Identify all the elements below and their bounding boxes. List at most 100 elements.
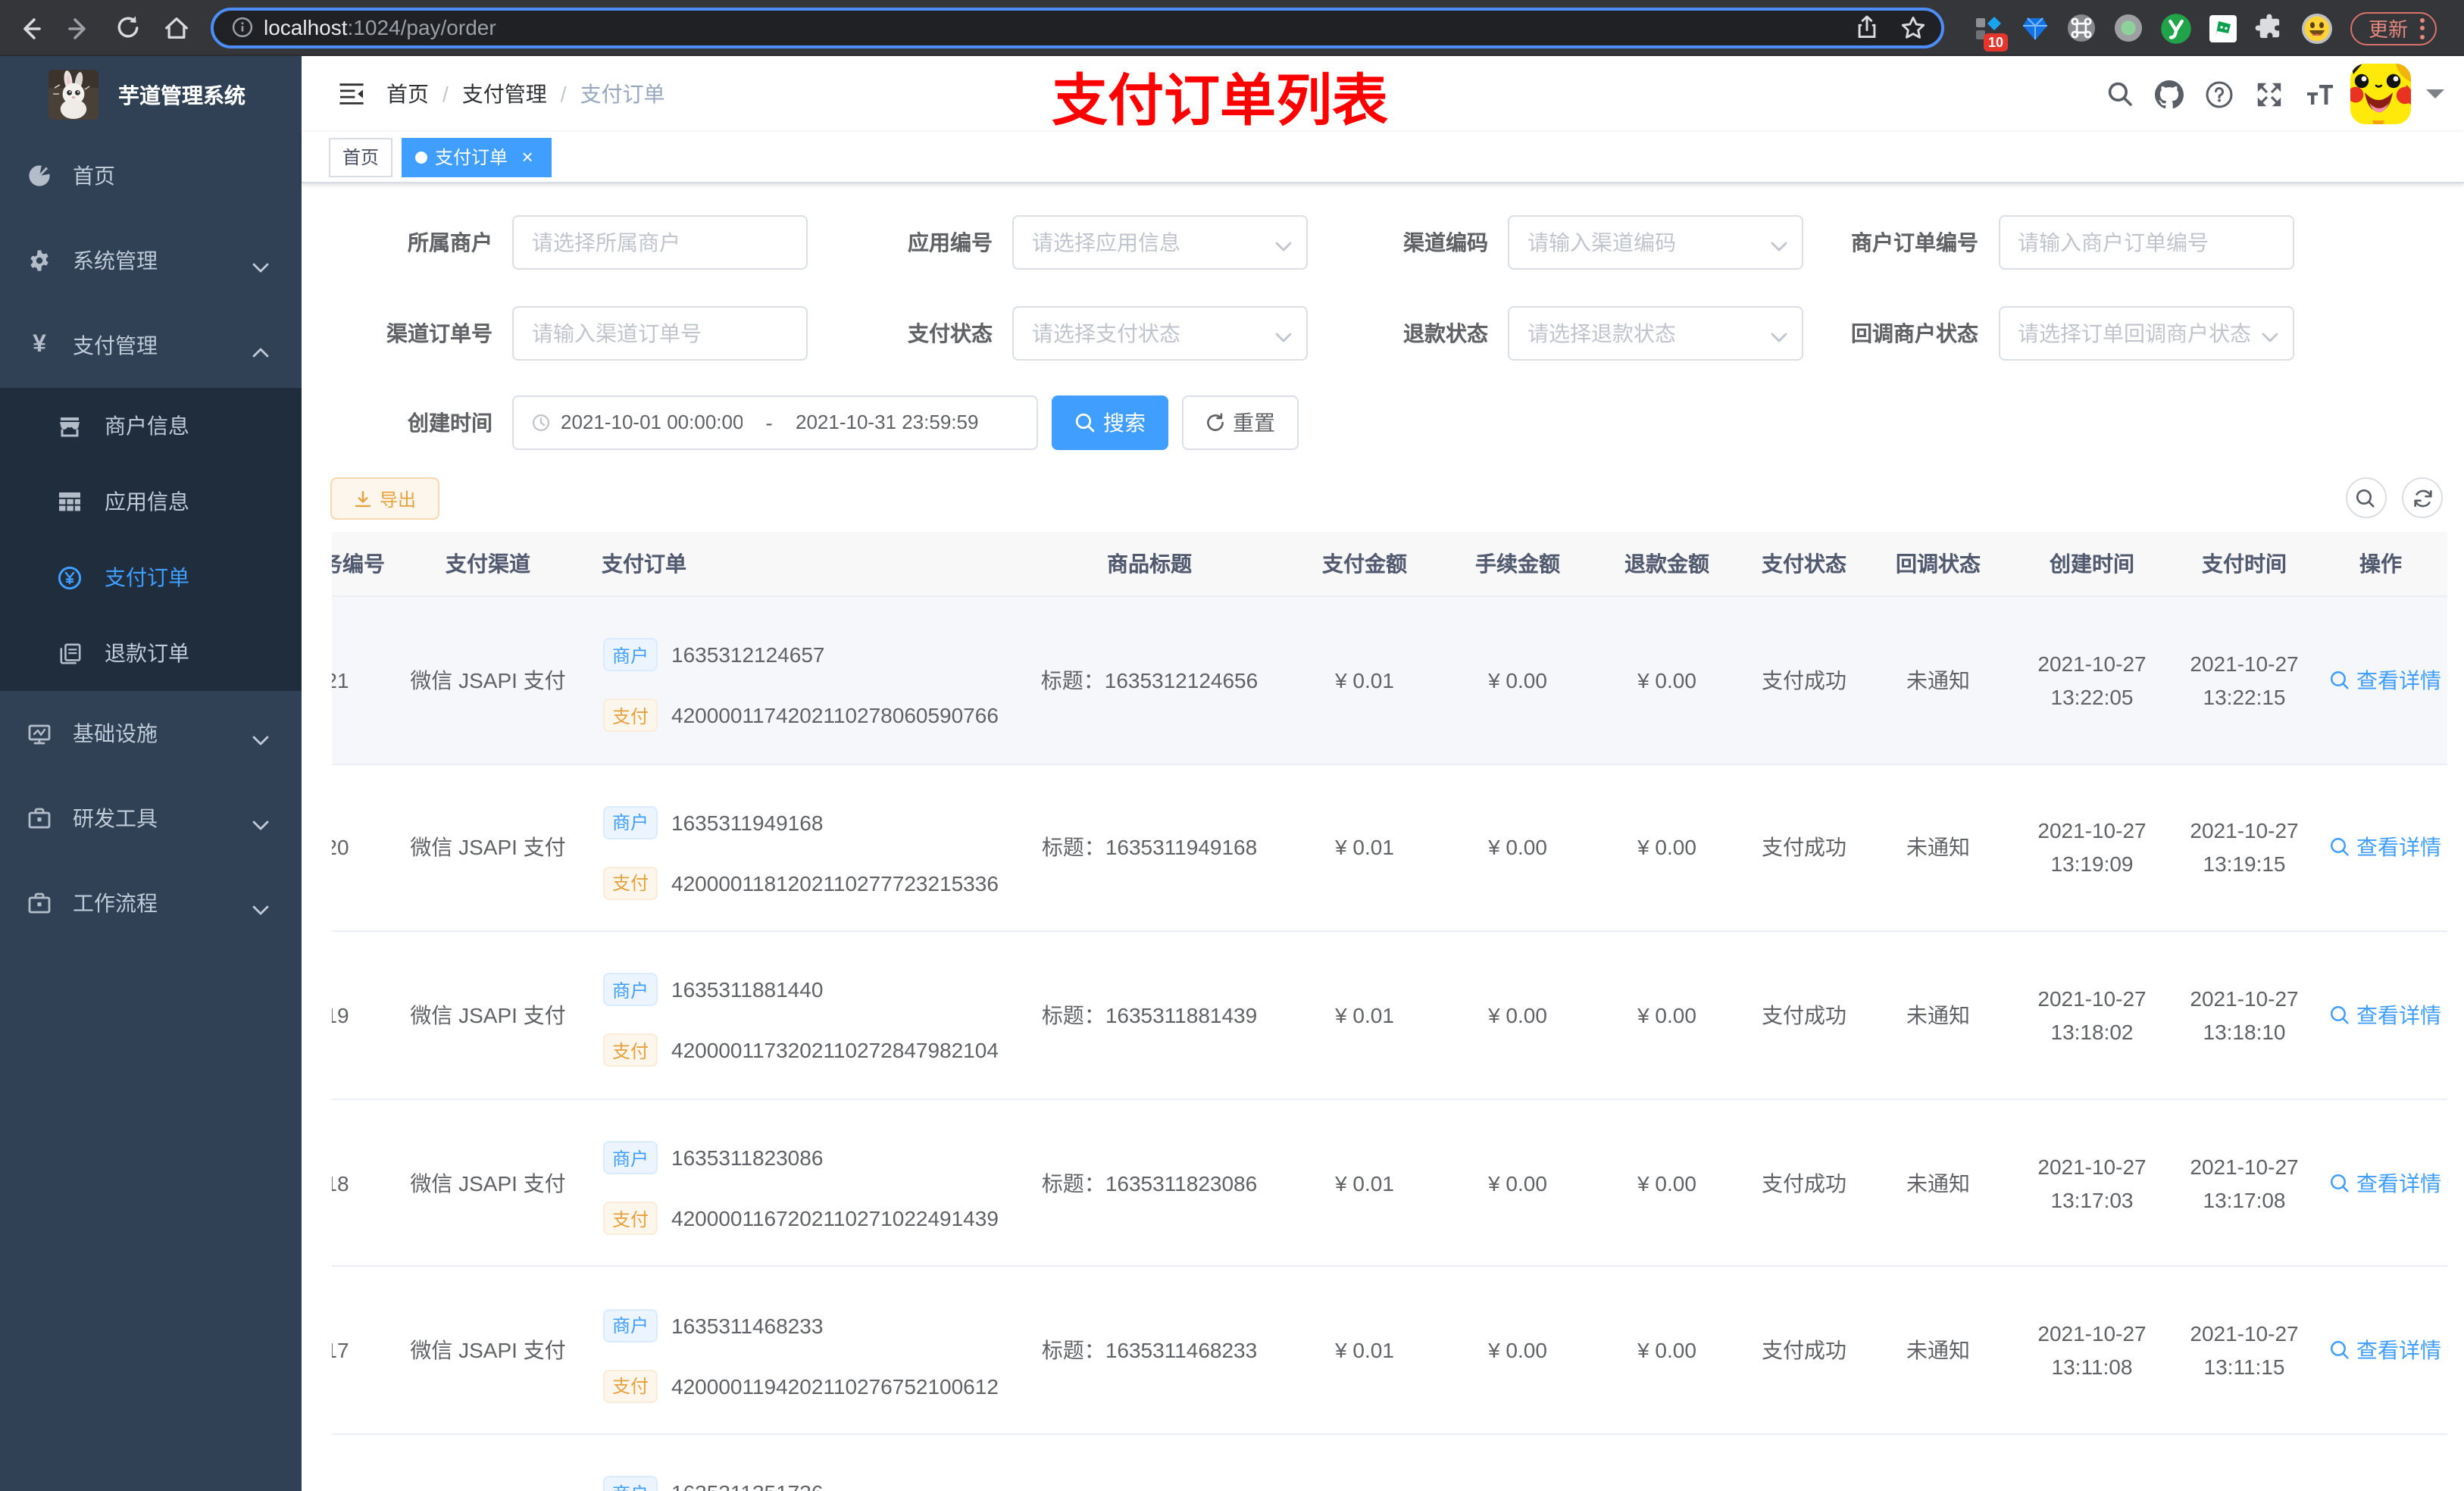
sidebar-item-workflow[interactable]: 工作流程 [0, 861, 302, 946]
breadcrumb-home[interactable]: 首页 [386, 79, 429, 109]
view-detail-link[interactable]: 查看详情 [2329, 1167, 2441, 1198]
sidebar-item-app-info[interactable]: 应用信息 [0, 464, 302, 539]
toggle-search-button[interactable] [2345, 477, 2386, 518]
pay-submenu: 商户信息 应用信息 支付订单 退款订单 [0, 388, 302, 691]
sidebar-item-infra[interactable]: 基础设施 [0, 691, 302, 776]
view-detail-link[interactable]: 查看详情 [2329, 833, 2441, 863]
order-line: 商户 1635311949168 [603, 805, 997, 839]
breadcrumb-pay[interactable]: 支付管理 [462, 79, 547, 109]
address-bar[interactable]: localhost:1024/pay/order [211, 7, 1944, 48]
back-icon[interactable] [11, 0, 48, 56]
github-icon[interactable] [2144, 56, 2194, 132]
view-detail-link[interactable]: 查看详情 [2329, 1000, 2441, 1030]
sidebar-item-merchant-info[interactable]: 商户信息 [0, 388, 302, 464]
filter-date-range[interactable]: 2021-10-01 00:00:00- 2021-10-31 23:59:59 [512, 395, 1038, 449]
url-host: localhost [264, 15, 348, 39]
info-icon[interactable] [232, 17, 253, 38]
placeholder-text: 请选择退款状态 [1527, 321, 1676, 345]
cell-id: 21 [332, 596, 389, 765]
browser-menu-icon[interactable] [2420, 17, 2425, 39]
cell-op: 查看详情 [2314, 1266, 2447, 1435]
shop-icon [58, 414, 82, 438]
filter-input-channel_order[interactable]: 请输入渠道订单号 [512, 306, 808, 361]
order-line: 商户 1635311823086 [603, 1141, 997, 1175]
cell-amount: ¥ 0.01 [1287, 764, 1443, 933]
cell-order: 商户 1635312124657 支付 4200001174202110278060… [586, 596, 1012, 765]
fontsize-icon[interactable] [2294, 56, 2344, 132]
extension-flag-icon[interactable] [2199, 7, 2246, 49]
col-header-amount: 支付金额 [1287, 531, 1443, 597]
breadcrumb-current: 支付订单 [580, 82, 665, 106]
sidebar-item-refund-order[interactable]: 退款订单 [0, 615, 302, 691]
extension-command-icon[interactable] [2058, 7, 2105, 49]
col-header-paytime: 支付时间 [2175, 531, 2314, 597]
clock-icon [532, 413, 550, 431]
puzzle-icon[interactable] [2246, 7, 2293, 49]
dashboard-icon [27, 164, 52, 188]
view-detail-link[interactable]: 查看详情 [2329, 1335, 2441, 1365]
merchant-tag: 商户 [603, 1141, 658, 1175]
cell-create-time: 2021-10-27 13:22:05 [2009, 596, 2175, 765]
extension-dot-icon[interactable] [2105, 7, 2152, 49]
extension-gem-icon[interactable] [2011, 7, 2058, 49]
sidebar-item-label: 商户信息 [105, 414, 189, 438]
filter-select-notify_status[interactable]: 请选择订单回调商户状态 [1998, 306, 2294, 361]
sidebar-item-home[interactable]: 首页 [0, 133, 302, 218]
sidebar-item-pay[interactable]: ¥ 支付管理 [0, 303, 302, 388]
filter-input-merchant[interactable]: 请选择所属商户 [512, 214, 808, 269]
cell-refund: ¥ 0.00 [1593, 764, 1741, 933]
merchant-tag: 商户 [603, 805, 658, 839]
share-icon[interactable] [1850, 7, 1884, 48]
cell-amount: ¥ 0.01 [1287, 931, 1443, 1100]
export-button[interactable]: 导出 [330, 477, 439, 520]
filter-item-channel_order: 渠道订单号 请输入渠道订单号 [263, 306, 808, 361]
extension-y-icon[interactable] [2152, 7, 2199, 49]
title-value: 1635311823086 [1105, 1171, 1258, 1196]
filter-input-merchant_order[interactable]: 请输入商户订单编号 [1998, 214, 2294, 269]
time-line: 13:18:02 [2050, 1019, 2134, 1044]
yen-icon: ¥ [33, 332, 46, 358]
update-button[interactable]: 更新 [2350, 11, 2437, 45]
user-menu[interactable] [2350, 64, 2464, 124]
cell-notify: 未通知 [1867, 764, 2009, 933]
order-cell-lines: 商户1635311351736 支付 [602, 1476, 997, 1491]
sidebar-item-devtool[interactable]: 研发工具 [0, 776, 302, 861]
sidebar-item-system[interactable]: 系统管理 [0, 218, 302, 303]
sidebar-item-label: 工作流程 [73, 891, 158, 915]
reset-button[interactable]: 重置 [1181, 395, 1298, 449]
help-icon[interactable] [2194, 56, 2244, 132]
sidebar-item-pay-order[interactable]: 支付订单 [0, 539, 302, 615]
url-text: localhost:1024/pay/order [264, 15, 1850, 39]
search-button[interactable]: 搜索 [1052, 395, 1168, 449]
main-area: 首页 / 支付管理 / 支付订单 支付订单列表 首页 支付订单 × 所属商户 请… [302, 56, 2464, 1491]
pay-tag: 支付 [603, 1369, 658, 1403]
logo-row[interactable]: 芋道管理系统 [0, 56, 302, 133]
cell-status: 支付成功 [1741, 1099, 1867, 1268]
avatar[interactable] [2350, 64, 2411, 124]
view-detail-link[interactable]: 查看详情 [2329, 665, 2441, 695]
tag-pay-order[interactable]: 支付订单 × [402, 137, 552, 177]
emoji-icon[interactable] [2293, 7, 2340, 49]
tag-home[interactable]: 首页 [329, 137, 393, 177]
reload-icon[interactable] [109, 0, 145, 56]
fullscreen-icon[interactable] [2244, 56, 2294, 132]
extension-grid-icon[interactable]: 10 [1964, 7, 2011, 51]
pay-tag: 支付 [603, 1202, 658, 1236]
refresh-button[interactable] [2402, 477, 2443, 518]
cell-create-time: 2021-10-27 13:18:02 [2009, 931, 2175, 1100]
home-icon[interactable] [158, 0, 194, 56]
cell-order: 商户1635311351736 支付 [586, 1433, 1012, 1491]
col-header-create: 创建时间 [2009, 531, 2175, 597]
hamburger-icon[interactable] [324, 56, 379, 132]
cell-status: 支付成功 [1741, 1266, 1867, 1435]
col-header-op: 操作 [2314, 531, 2447, 597]
navbar-right [2094, 56, 2464, 132]
cell-id [332, 1433, 389, 1491]
order-line: 商户 1635311881440 [603, 973, 997, 1007]
tag-close-icon[interactable]: × [517, 146, 538, 167]
bookmark-star-icon[interactable] [1896, 7, 1929, 48]
forward-icon[interactable] [61, 0, 97, 56]
cell-notify [1867, 1433, 2009, 1491]
merchant-order-no: 1635311949168 [671, 810, 824, 835]
search-icon[interactable] [2094, 56, 2144, 132]
